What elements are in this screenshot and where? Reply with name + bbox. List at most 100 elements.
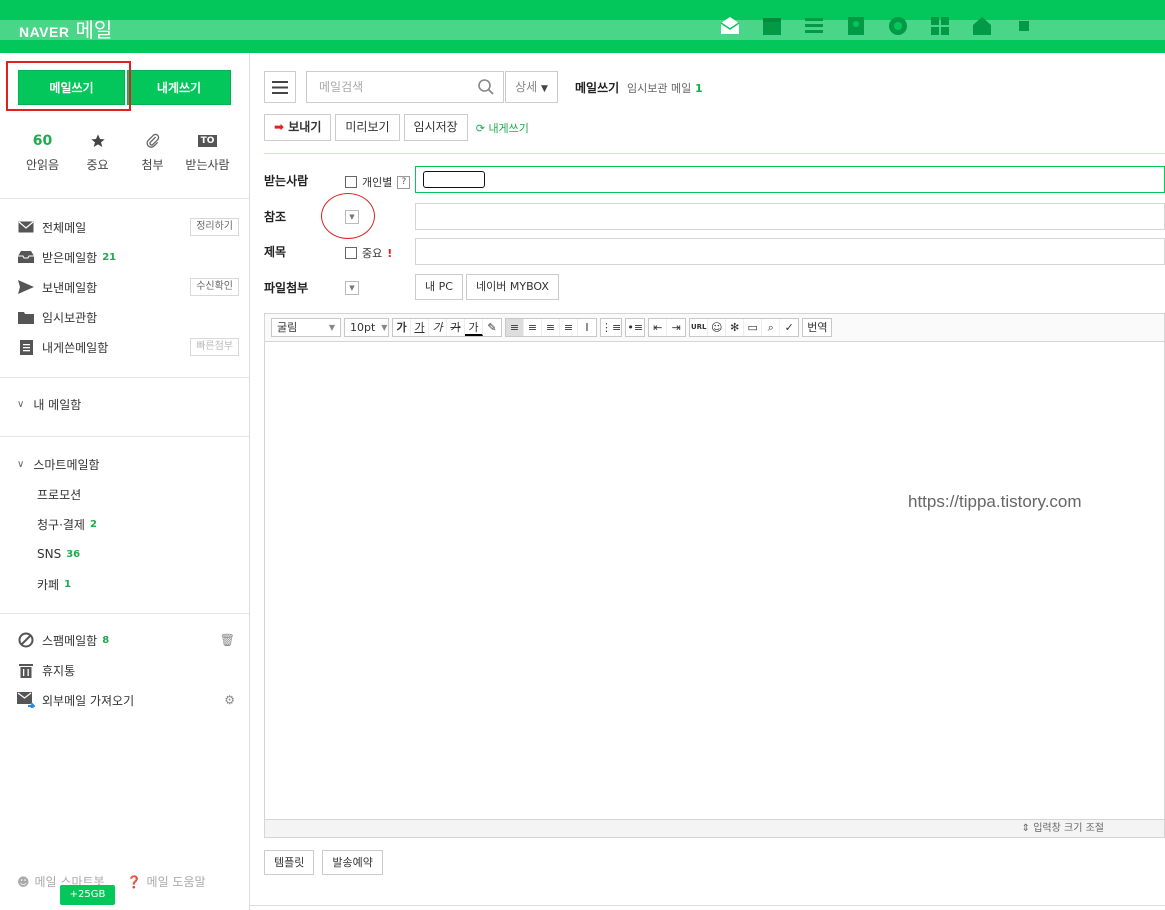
search-input[interactable]: 메일검색 (306, 71, 504, 103)
organize-button[interactable]: 정리하기 (190, 218, 239, 236)
note-icon (17, 339, 35, 355)
trash-icon[interactable]: 🗑 (220, 633, 235, 647)
strikethrough-icon[interactable]: 가 (447, 319, 465, 336)
preview-button[interactable]: 미리보기 (335, 114, 400, 141)
subject-input[interactable] (415, 238, 1165, 265)
smart-item-sns[interactable]: SNS 36 (17, 539, 239, 569)
smart-item-cafe[interactable]: 카페 1 (17, 569, 239, 599)
list-icon[interactable] (800, 12, 828, 40)
quick-recipient[interactable]: TO 받는사람 (180, 131, 235, 173)
quick-label: 안읽음 (25, 158, 60, 172)
folder-spam[interactable]: 스팸메일함 8 🗑 (17, 625, 239, 655)
smart-item-promotion[interactable]: 프로모션 (17, 479, 239, 509)
divider (0, 198, 249, 199)
save-draft-button[interactable]: 임시저장 (403, 114, 468, 141)
numbered-list-icon[interactable]: ⋮≡ (601, 319, 621, 336)
quick-attachment[interactable]: 첨부 (125, 131, 180, 173)
quick-attach-button[interactable]: 빠른첨부 (190, 338, 239, 356)
to-input[interactable] (415, 166, 1165, 193)
service-icons (716, 12, 1038, 40)
schedule-send-button[interactable]: 발송예약 (322, 850, 383, 875)
folder-label: 외부메일 가져오기 (42, 693, 135, 708)
help-mark-icon[interactable]: ? (397, 175, 411, 189)
help-label: 메일 도움말 (146, 875, 206, 889)
folder-trash[interactable]: 휴지통 (17, 655, 239, 685)
link-icon[interactable]: URL (690, 319, 709, 336)
divider (0, 436, 249, 437)
draft-link[interactable]: 임시보관 메일 (627, 82, 691, 95)
folder-all[interactable]: 전체메일 정리하기 (17, 212, 239, 242)
calendar-icon[interactable] (758, 12, 786, 40)
align-left-icon[interactable]: ≡ (506, 319, 524, 336)
smart-item-label: 청구·결제 (37, 517, 85, 532)
editor-body[interactable]: https://tippa.tistory.com (265, 342, 1164, 820)
folder-external[interactable]: 외부메일 가져오기 ⚙ (17, 685, 239, 715)
resize-handle[interactable]: ⇕ 입력창 크기 조절 (265, 819, 1164, 837)
my-mailbox-toggle[interactable]: ∨ 내 메일함 (17, 389, 239, 419)
smart-mailbox-toggle[interactable]: ∨ 스마트메일함 (17, 449, 239, 479)
important-checkbox[interactable] (345, 247, 357, 259)
bullet-list-icon[interactable]: •≡ (626, 319, 644, 336)
menu-button[interactable] (264, 71, 296, 103)
special-char-icon[interactable]: ✻ (726, 319, 745, 336)
font-color-icon[interactable]: 가 (465, 319, 483, 336)
font-select[interactable]: 굴림 ▼ (271, 318, 341, 337)
highlight-color-icon[interactable]: ✎ (483, 319, 501, 336)
read-receipt-button[interactable]: 수신확인 (190, 278, 239, 296)
bullet-group: •≡ (625, 318, 646, 337)
send-button[interactable]: ➡ 보내기 (264, 114, 332, 141)
folder-sent[interactable]: 보낸메일함 수신확인 (17, 272, 239, 302)
find-icon[interactable]: ⌕ (762, 319, 781, 336)
line-height-icon[interactable]: I (578, 319, 596, 336)
more-icon[interactable] (1010, 12, 1038, 40)
divider (264, 153, 1165, 154)
table-icon[interactable]: ▭ (744, 319, 763, 336)
indent-icon[interactable]: ⇥ (667, 319, 685, 336)
arrow-right-icon: ➡ (274, 120, 285, 134)
paperclip-icon (146, 133, 159, 148)
folder-inbox[interactable]: 받은메일함 21 (17, 242, 239, 272)
recipient-chip[interactable] (423, 171, 485, 188)
smart-item-billing[interactable]: 청구·결제 2 (17, 509, 239, 539)
emoticon-icon[interactable]: ☺ (708, 319, 727, 336)
detail-search-button[interactable]: 상세 ▼ (505, 71, 558, 103)
cc-input[interactable] (415, 203, 1165, 230)
my-pc-button[interactable]: 내 PC (415, 274, 463, 300)
align-justify-icon[interactable]: ≡ (560, 319, 578, 336)
attach-dropdown-toggle[interactable]: ▼ (345, 281, 359, 295)
mybox-button[interactable]: 네이버 MYBOX (466, 274, 559, 300)
office-icon[interactable] (926, 12, 954, 40)
naver-mail-logo[interactable]: NAVER 메일 (19, 14, 112, 43)
important-label: 중요 (362, 247, 383, 260)
bold-icon[interactable]: 가 (393, 319, 411, 336)
help-link[interactable]: ❓ 메일 도움말 (127, 873, 206, 890)
align-center-icon[interactable]: ≡ (524, 319, 542, 336)
folder-drafts[interactable]: 임시보관함 (17, 302, 239, 332)
quick-unread[interactable]: 60 안읽음 (15, 131, 70, 173)
outdent-icon[interactable]: ⇤ (649, 319, 668, 336)
contacts-icon[interactable] (842, 12, 870, 40)
drive-icon[interactable] (884, 12, 912, 40)
template-button[interactable]: 템플릿 (264, 850, 315, 875)
home-icon[interactable] (968, 12, 996, 40)
individual-checkbox[interactable] (345, 176, 357, 188)
folder-self[interactable]: 내게쓴메일함 빠른첨부 (17, 332, 239, 362)
underline-icon[interactable]: 가 (411, 319, 429, 336)
envelope-icon (17, 219, 35, 235)
gear-icon[interactable]: ⚙ (224, 693, 235, 707)
chevron-down-icon: ▼ (541, 84, 548, 94)
quick-important[interactable]: 중요 (70, 131, 125, 173)
mail-service-icon[interactable] (716, 12, 744, 40)
self-write-button[interactable]: 내게쓰기 (127, 70, 231, 105)
self-write-link[interactable]: ⟳ 내게쓰기 (476, 120, 529, 136)
align-right-icon[interactable]: ≡ (542, 319, 560, 336)
search-icon[interactable] (477, 78, 495, 96)
chevron-down-icon: ▼ (328, 323, 335, 332)
chevron-down-icon: ▼ (381, 323, 388, 332)
spellcheck-icon[interactable]: ✓ (780, 319, 798, 336)
italic-icon[interactable]: 가 (429, 319, 447, 336)
size-select[interactable]: 10pt ▼ (344, 318, 389, 337)
storage-badge[interactable]: +25GB (60, 885, 115, 905)
translate-button[interactable]: 번역 (803, 319, 831, 336)
folder-label: 전체메일 (42, 220, 87, 235)
